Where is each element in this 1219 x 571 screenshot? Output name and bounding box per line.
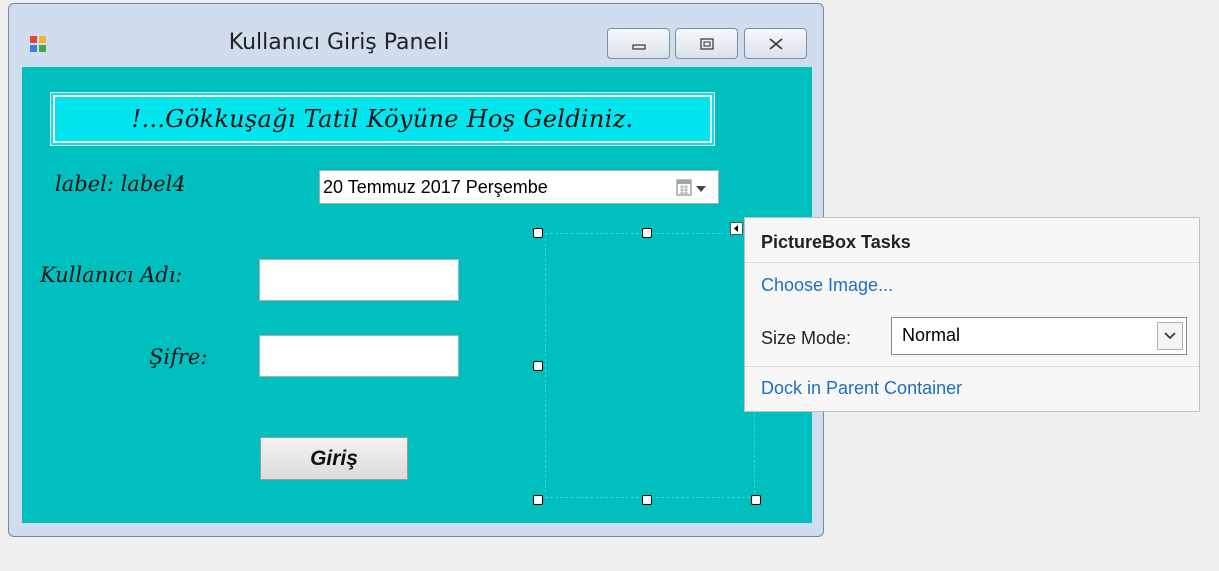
size-mode-label: Size Mode: xyxy=(761,328,852,348)
label-top: label: label4 xyxy=(55,172,186,196)
size-mode-dropdown-button[interactable] xyxy=(1157,322,1183,350)
date-picker[interactable]: 20 Temmuz 2017 Perşembe xyxy=(319,170,719,204)
username-label: Kullanıcı Adı: xyxy=(40,263,183,287)
minimize-button[interactable] xyxy=(607,28,670,59)
password-input[interactable] xyxy=(259,335,459,377)
maximize-icon xyxy=(699,37,714,50)
resize-handle-bottom-right[interactable] xyxy=(751,495,761,505)
tasks-panel-title: PictureBox Tasks xyxy=(761,232,911,252)
resize-handle-bottom-left[interactable] xyxy=(533,495,543,505)
title-bar[interactable]: Kullanıcı Giriş Paneli xyxy=(9,4,823,66)
dock-in-parent-link[interactable]: Dock in Parent Container xyxy=(761,378,962,399)
resize-handle-top[interactable] xyxy=(642,228,652,238)
size-mode-value: Normal xyxy=(902,325,961,345)
resize-handle-top-left[interactable] xyxy=(533,228,543,238)
username-input[interactable] xyxy=(259,259,459,301)
window-title: Kullanıcı Giriş Paneli xyxy=(228,30,450,55)
tasks-panel-divider-2 xyxy=(745,366,1199,367)
close-icon xyxy=(768,37,783,50)
resize-handle-left[interactable] xyxy=(533,361,543,371)
resize-handle-bottom[interactable] xyxy=(642,495,652,505)
calendar-dropdown-icon[interactable] xyxy=(676,179,710,197)
chevron-left-icon xyxy=(734,225,738,232)
welcome-banner: !...Gökkuşağı Tatil Köyüne Hoş Geldiniz. xyxy=(50,92,715,146)
welcome-banner-text: !...Gökkuşağı Tatil Köyüne Hoş Geldiniz. xyxy=(131,105,634,133)
minimize-icon xyxy=(631,43,646,50)
smart-tag-glyph-button[interactable] xyxy=(730,222,743,235)
choose-image-link[interactable]: Choose Image... xyxy=(761,275,893,296)
tasks-panel-divider xyxy=(745,262,1199,263)
picturebox-tasks-panel: PictureBox Tasks Choose Image... Size Mo… xyxy=(744,217,1200,412)
maximize-button[interactable] xyxy=(675,28,738,59)
app-form-icon xyxy=(30,36,46,52)
close-button[interactable] xyxy=(744,28,807,59)
chevron-down-icon xyxy=(1164,332,1176,340)
date-picker-value: 20 Temmuz 2017 Perşembe xyxy=(323,177,548,197)
picturebox-selected[interactable] xyxy=(545,233,755,498)
login-button[interactable]: Giriş xyxy=(260,437,408,480)
size-mode-select[interactable]: Normal xyxy=(891,317,1187,355)
password-label: Şifre: xyxy=(149,345,208,369)
